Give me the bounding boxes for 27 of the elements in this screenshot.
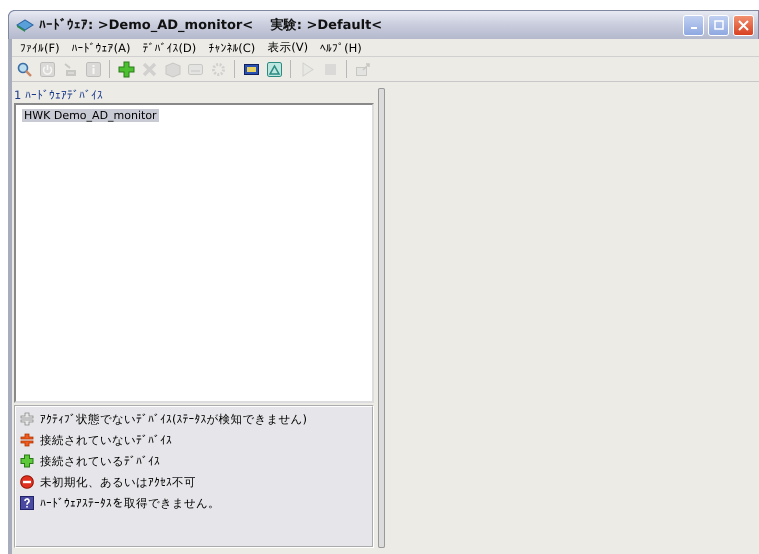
menu-item[interactable]: ﾁｬﾝﾈﾙ(C) bbox=[202, 40, 262, 54]
menu-item[interactable]: ﾌｧｲﾙ(F) bbox=[14, 40, 66, 54]
panel-title: 1 ﾊｰﾄﾞｳｪｱﾃﾞﾊﾞｲｽ bbox=[14, 88, 104, 103]
menu-item[interactable]: ﾃﾞﾊﾞｲｽ(D) bbox=[136, 40, 202, 54]
legend-label: ｱｸﾃｨﾌﾞ状態でないﾃﾞﾊﾞｲｽ(ｽﾃｰﾀｽが検知できません) bbox=[40, 412, 307, 426]
app-icon bbox=[15, 18, 35, 32]
window-title: ﾊｰﾄﾞｳｪｱ: >Demo_AD_monitor< 実験: >Default< bbox=[39, 16, 384, 34]
plus-icon bbox=[20, 454, 34, 468]
maximize-button[interactable] bbox=[708, 14, 729, 36]
close-button[interactable] bbox=[733, 14, 754, 36]
scope-icon[interactable] bbox=[266, 60, 282, 78]
legend-label: 未初期化、あるいはｱｸｾｽ不可 bbox=[40, 474, 196, 490]
menu-item[interactable]: ﾊｰﾄﾞｳｪｱ(A) bbox=[66, 40, 136, 54]
legend-label: 接続されているﾃﾞﾊﾞｲｽ bbox=[40, 454, 160, 468]
splitter-handle[interactable] bbox=[378, 88, 385, 548]
menu-item[interactable]: 表示(V) bbox=[261, 40, 314, 55]
tree-item[interactable]: HWK Demo_AD_monitor bbox=[22, 109, 159, 122]
question-icon bbox=[20, 496, 34, 510]
legend-label: ﾊｰﾄﾞｳｪｱｽﾃｰﾀｽを取得できません。 bbox=[40, 496, 220, 510]
no-entry-icon bbox=[20, 475, 34, 489]
maximize-icon bbox=[714, 20, 724, 30]
minimize-button[interactable] bbox=[683, 14, 704, 36]
add-icon[interactable] bbox=[118, 60, 134, 78]
search-icon[interactable] bbox=[16, 60, 32, 78]
close-icon bbox=[738, 20, 749, 30]
menu-item[interactable]: ﾍﾙﾌﾟ(H) bbox=[314, 40, 368, 54]
legend-label: 接続されていないﾃﾞﾊﾞｲｽ bbox=[40, 432, 172, 448]
